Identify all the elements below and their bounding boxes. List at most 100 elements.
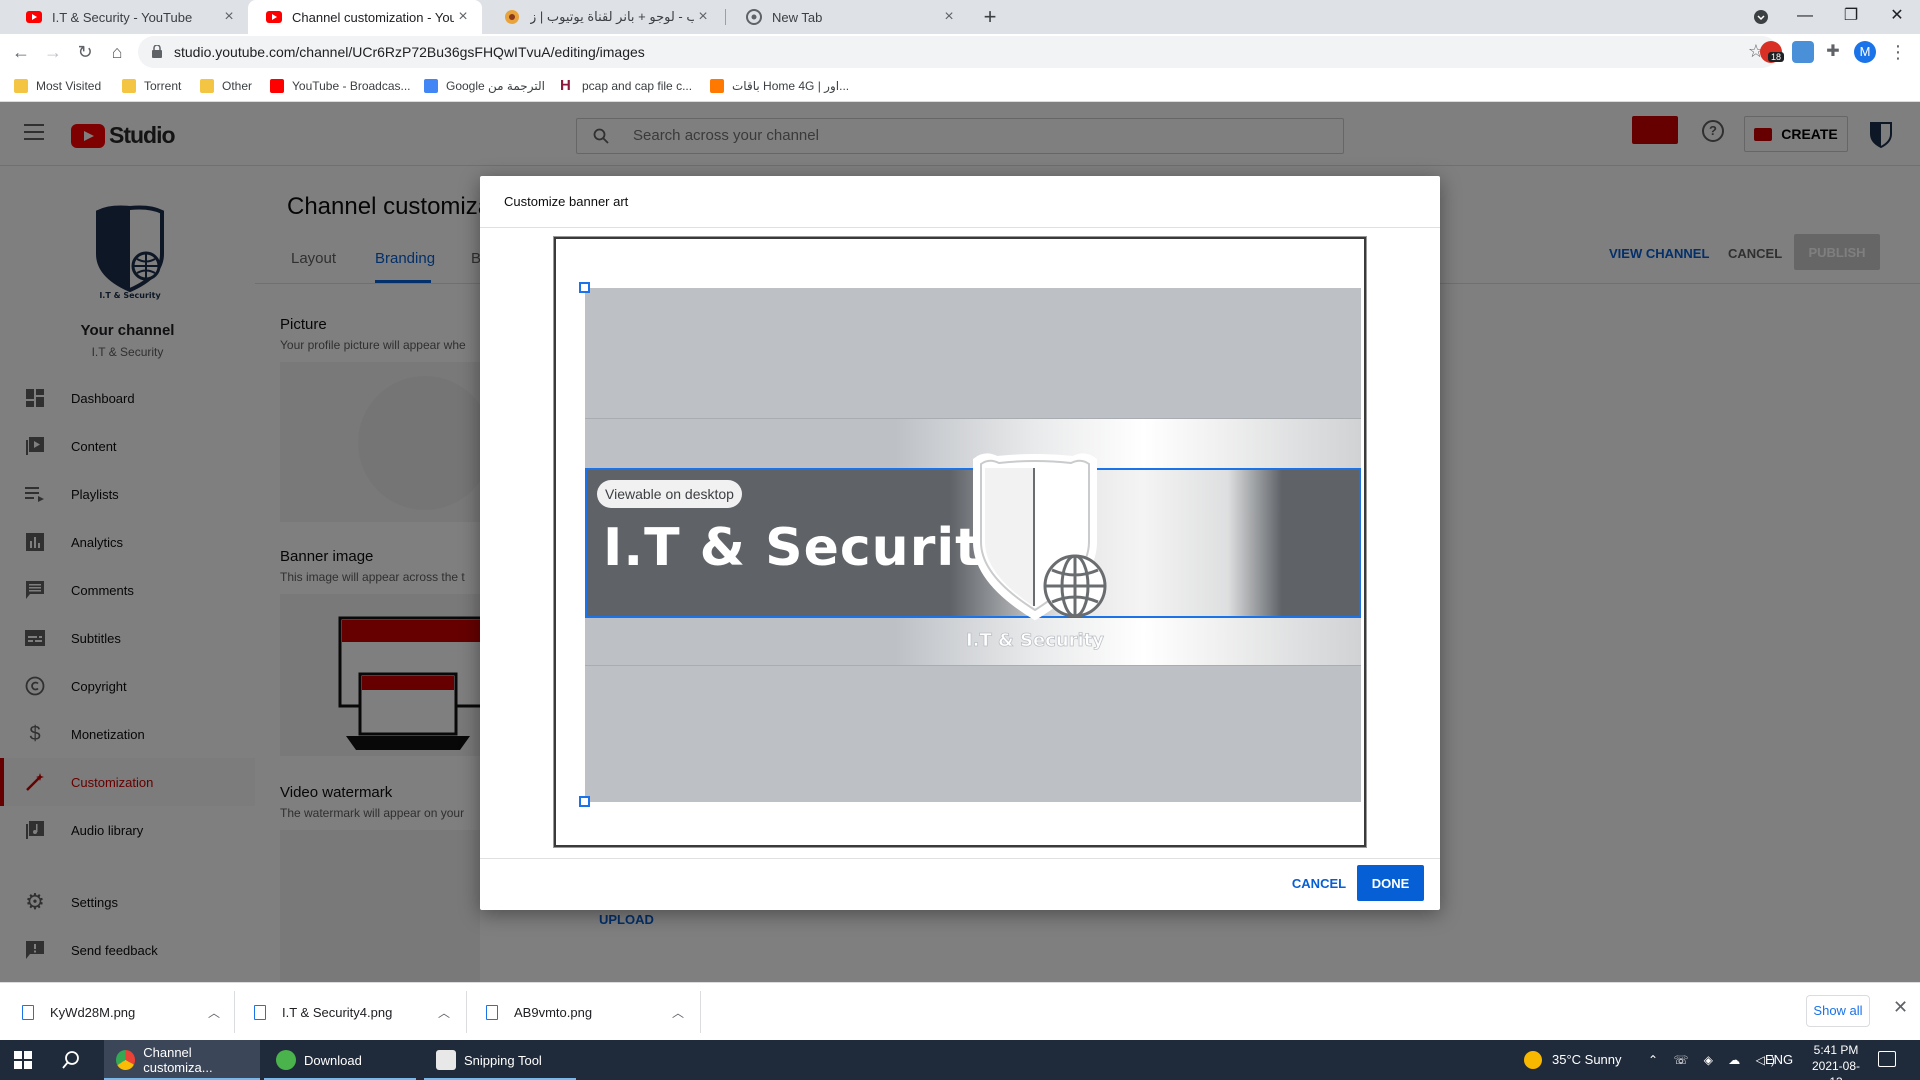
browser-tab-newtab[interactable]: New Tab × xyxy=(728,0,968,34)
youtube-favicon-icon xyxy=(266,9,282,25)
download-item[interactable]: I.T & Security4.png ︿ xyxy=(254,983,454,1041)
close-tab-icon[interactable]: × xyxy=(220,8,238,26)
dialog-footer-divider xyxy=(480,858,1440,859)
downloads-bar: KyWd28M.png ︿ I.T & Security4.png ︿ AB9v… xyxy=(0,982,1920,1040)
crop-handle-bottom-left[interactable] xyxy=(579,796,590,807)
bookmark-label: Other xyxy=(222,79,253,93)
windows-taskbar: Channel customiza... Download Snipping T… xyxy=(0,1040,1920,1080)
address-bar[interactable]: studio.youtube.com/channel/UCr6RzP72Bu36… xyxy=(138,36,1778,68)
close-tab-icon[interactable]: × xyxy=(694,8,712,26)
notifications-icon[interactable] xyxy=(1878,1051,1896,1067)
bookmark-google-translate[interactable]: Google الترجمة من xyxy=(424,77,545,95)
folder-icon xyxy=(14,79,28,93)
bookmark-other[interactable]: Other xyxy=(200,77,252,95)
download-item[interactable]: KyWd28M.png ︿ xyxy=(22,983,222,1041)
download-filename: AB9vmto.png xyxy=(514,1004,593,1020)
file-icon xyxy=(22,1004,34,1020)
back-arrow-icon[interactable]: ← xyxy=(8,39,34,65)
download-separator xyxy=(234,991,235,1033)
extension-badge: 18 xyxy=(1768,52,1785,62)
close-downloads-icon[interactable]: ✕ xyxy=(1893,997,1908,1018)
bookmark-most-visited[interactable]: Most Visited xyxy=(14,77,101,95)
tab-title: New Tab xyxy=(772,9,823,25)
reload-icon[interactable]: ↻ xyxy=(72,39,98,65)
bookmark-label: باقات Home 4G | اور... xyxy=(732,79,850,93)
download-item[interactable]: AB9vmto.png ︿ xyxy=(486,983,686,1041)
file-icon xyxy=(254,1004,266,1020)
scissors-icon xyxy=(436,1050,456,1070)
dialog-title: Customize banner art xyxy=(504,194,629,209)
taskbar-app-utorrent[interactable]: Download xyxy=(264,1040,416,1080)
puzzle-extensions-icon[interactable]: ✚ xyxy=(1822,41,1844,63)
show-all-downloads-button[interactable]: Show all xyxy=(1806,995,1870,1027)
browser-tab-studio[interactable]: Channel customization - YouTube Studio × xyxy=(248,0,482,34)
crop-handle-top-left[interactable] xyxy=(579,282,590,293)
viewable-on-desktop-label: Viewable on desktop xyxy=(597,480,742,508)
bookmark-label: Torrent xyxy=(144,79,182,93)
chevron-up-icon[interactable]: ︿ xyxy=(672,1004,684,1021)
profile-avatar[interactable]: M xyxy=(1854,41,1876,63)
download-separator xyxy=(700,991,701,1033)
logo-caption: I.T & Security xyxy=(966,630,1104,651)
taskbar-search-icon[interactable] xyxy=(62,1051,80,1072)
shield-logo-icon: I.T & Security xyxy=(966,453,1107,651)
lock-icon xyxy=(152,45,162,58)
restore-window-icon[interactable]: ❐ xyxy=(1828,0,1874,34)
tab-search-icon[interactable] xyxy=(1738,0,1784,34)
bookmark-label: Google الترجمة من xyxy=(446,79,545,93)
extension-icon[interactable] xyxy=(1792,41,1814,63)
taskbar-app-label: Channel customiza... xyxy=(143,1045,213,1075)
tv-guide-top xyxy=(585,418,1361,419)
weather-text[interactable]: 35°C Sunny xyxy=(1552,1040,1622,1080)
site-favicon-icon xyxy=(504,9,520,25)
tab-title: I.T & Security - YouTube xyxy=(52,9,193,25)
dialog-cancel-button[interactable]: CANCEL xyxy=(1282,865,1356,901)
close-tab-icon[interactable]: × xyxy=(940,8,958,26)
windows-start-icon[interactable] xyxy=(14,1051,32,1069)
taskbar-app-label: Snipping Tool xyxy=(464,1052,542,1068)
banner-channel-text: I.T & Security xyxy=(603,518,1016,578)
chrome-icon xyxy=(116,1050,136,1070)
clock[interactable]: 5:41 PM 2021-08-13 xyxy=(1806,1042,1866,1080)
close-tab-icon[interactable]: × xyxy=(454,8,472,26)
youtube-icon xyxy=(270,79,284,93)
folder-icon xyxy=(122,79,136,93)
youtube-favicon-icon xyxy=(26,9,42,25)
file-icon xyxy=(486,1004,498,1020)
bookmarks-bar: Most Visited Torrent Other YouTube - Bro… xyxy=(0,70,1920,102)
h-logo-icon: H xyxy=(560,77,571,94)
utorrent-icon xyxy=(276,1050,296,1070)
bookmark-label: pcap and cap file c... xyxy=(582,79,693,93)
browser-tab-youtube[interactable]: I.T & Security - YouTube × xyxy=(8,0,248,34)
clock-time: 5:41 PM xyxy=(1813,1043,1859,1057)
browser-tabstrip: I.T & Security - YouTube × Channel custo… xyxy=(0,0,1920,34)
new-tab-button[interactable]: + xyxy=(976,3,1004,31)
tab-separator xyxy=(725,9,726,25)
minimize-window-icon[interactable]: — xyxy=(1782,0,1828,34)
customize-banner-dialog: Customize banner art Viewable on desktop… xyxy=(480,176,1440,910)
taskbar-app-chrome[interactable]: Channel customiza... xyxy=(104,1040,260,1080)
chrome-favicon-icon xyxy=(746,9,762,25)
download-filename: I.T & Security4.png xyxy=(282,1004,393,1020)
bookmark-orange[interactable]: باقات Home 4G | اور... xyxy=(710,77,849,95)
folder-icon xyxy=(200,79,214,93)
more-menu-icon[interactable]: ⋮ xyxy=(1885,39,1911,65)
dialog-divider xyxy=(480,227,1440,228)
forward-arrow-icon[interactable]: → xyxy=(40,39,66,65)
browser-tab-request[interactable]: طلب - لوجو + بانر لقناة يوتيوب | ز... × xyxy=(486,0,722,34)
input-language[interactable]: ENG xyxy=(1765,1040,1793,1080)
sun-weather-icon xyxy=(1524,1051,1542,1069)
bookmark-label: Most Visited xyxy=(36,79,102,93)
taskbar-app-snipping-tool[interactable]: Snipping Tool xyxy=(424,1040,576,1080)
bookmark-pcap[interactable]: Hpcap and cap file c... xyxy=(560,77,692,95)
chevron-up-icon[interactable]: ︿ xyxy=(438,1004,450,1021)
home-icon[interactable]: ⌂ xyxy=(104,39,130,65)
bookmark-youtube-broadcast[interactable]: YouTube - Broadcas... xyxy=(270,77,411,95)
close-window-icon[interactable]: ✕ xyxy=(1874,0,1920,34)
dialog-done-button[interactable]: DONE xyxy=(1357,865,1424,901)
system-tray-icons[interactable]: ⌃ ☏ ◈ ☁ ◁) xyxy=(1648,1040,1781,1080)
bookmark-torrent[interactable]: Torrent xyxy=(122,77,181,95)
crop-area[interactable]: Viewable on desktop I.T & Security I.T &… xyxy=(585,288,1361,802)
chevron-up-icon[interactable]: ︿ xyxy=(208,1004,220,1021)
download-separator xyxy=(466,991,467,1033)
